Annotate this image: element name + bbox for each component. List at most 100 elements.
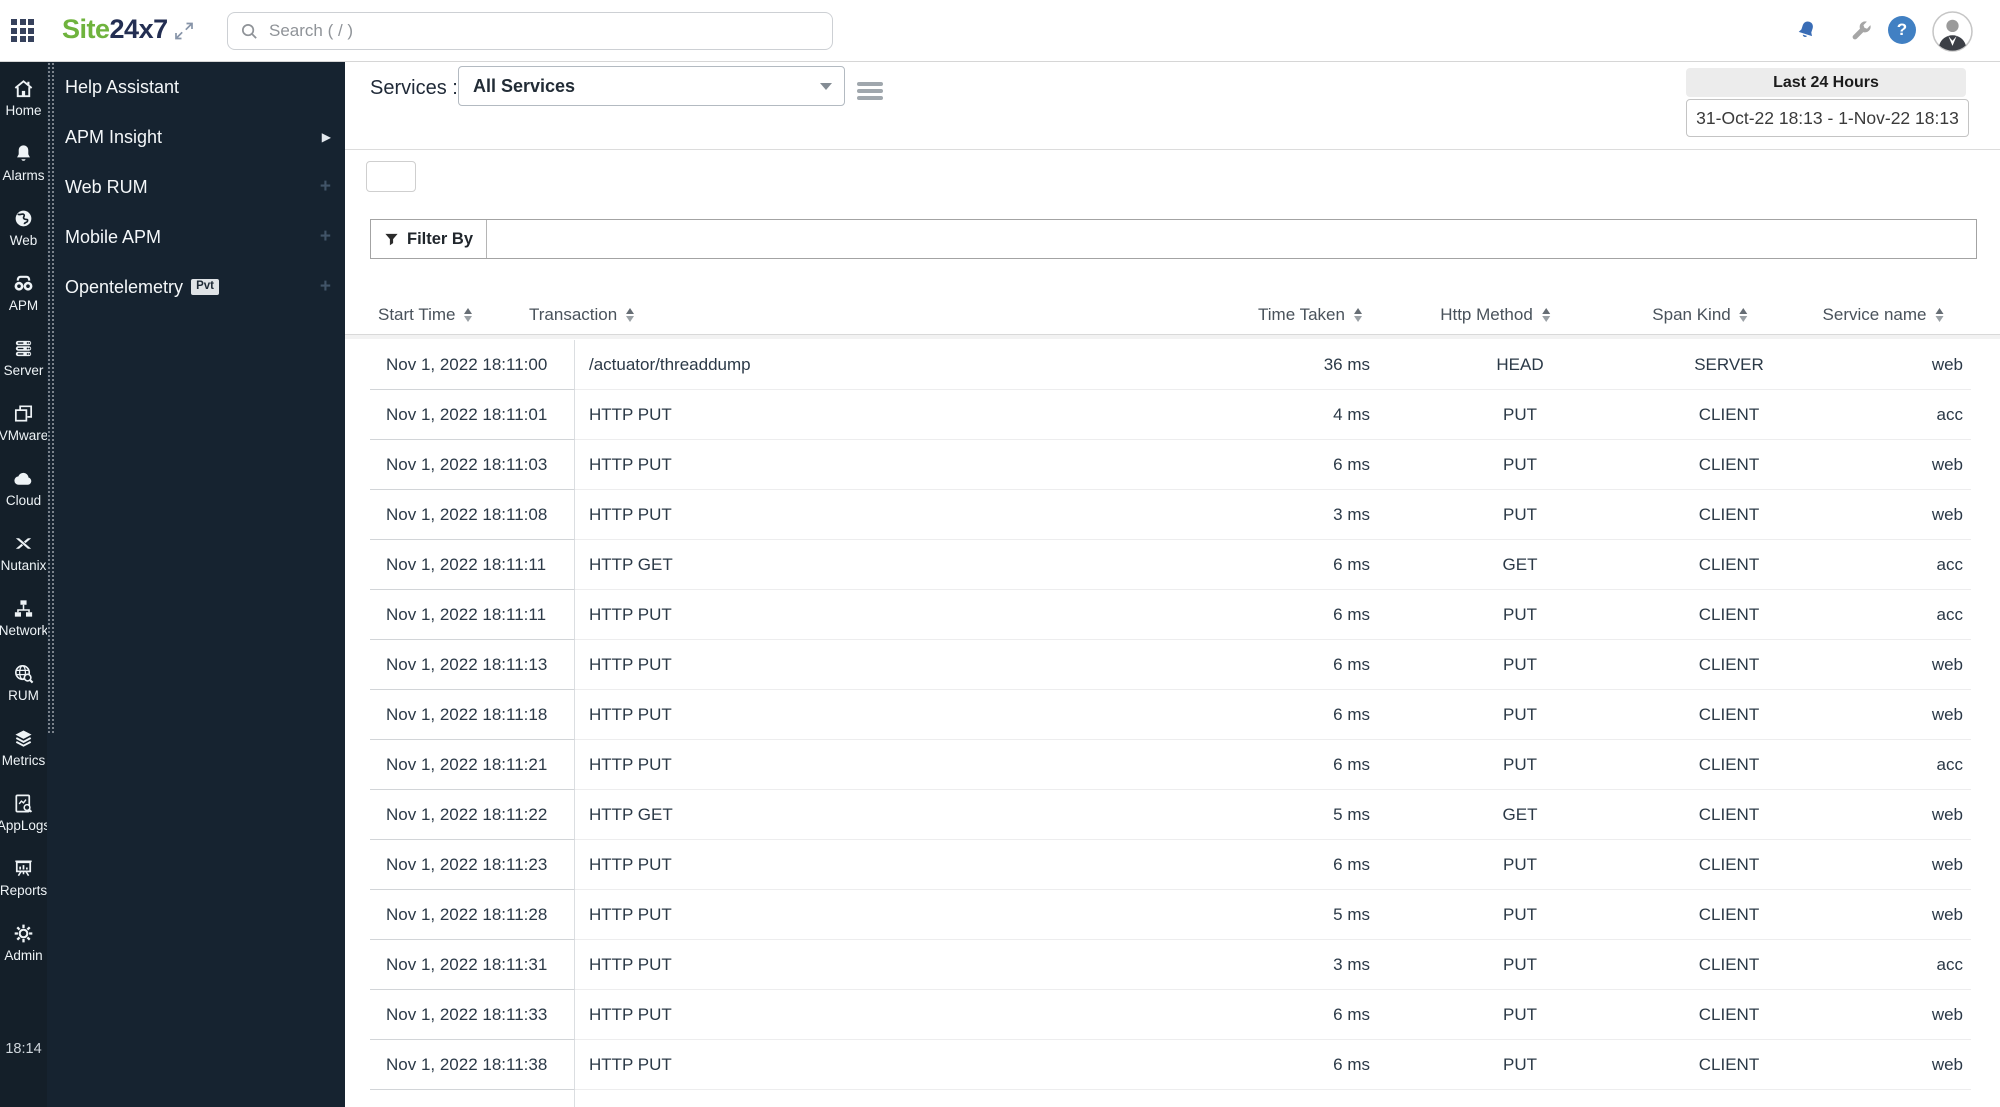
filter-input[interactable] — [487, 220, 1976, 258]
user-avatar[interactable] — [1932, 11, 1973, 52]
global-search-box — [227, 12, 833, 50]
span-kind-cell: CLIENT — [1665, 690, 1793, 740]
table-row[interactable]: Nov 1, 2022 18:11:33 HTTP PUT 6 ms PUT C… — [370, 990, 1971, 1040]
span-toggle-option[interactable] — [391, 174, 413, 180]
sidebar-rail-item[interactable]: Cloud — [0, 461, 47, 526]
search-input[interactable] — [269, 21, 820, 41]
add-monitor-icon[interactable]: + — [320, 276, 331, 298]
network-icon — [12, 597, 35, 620]
sidebar-rail-item[interactable]: VMware — [0, 396, 47, 461]
list-menu-icon[interactable] — [857, 82, 883, 103]
sidebar-rail-item[interactable]: Alarms — [0, 136, 47, 201]
cloud-icon — [12, 467, 35, 490]
table-row[interactable]: Nov 1, 2022 18:11:11 HTTP GET 6 ms GET C… — [370, 540, 1971, 590]
help-icon[interactable]: ? — [1888, 16, 1916, 44]
http-method-cell: PUT — [1375, 940, 1665, 990]
sidebar-rail-item[interactable]: Metrics — [0, 721, 47, 786]
sort-icon — [464, 307, 473, 323]
table-row[interactable]: Nov 1, 2022 18:11:03 HTTP PUT 6 ms PUT C… — [370, 440, 1971, 490]
secondary-sidebar: Help Assistant APM Insight ▶ Web RUM + M… — [55, 62, 345, 1107]
rail-item-label: RUM — [8, 688, 39, 703]
span-kind-cell: SERVER — [1665, 340, 1793, 390]
sidebar-menu-item[interactable]: Web RUM + — [55, 162, 345, 212]
service-name-cell: web — [1793, 790, 1971, 840]
column-header-span-kind[interactable]: Span Kind — [1652, 305, 1748, 325]
sidebar-rail-item[interactable]: Reports — [0, 851, 47, 916]
site24x7-logo: Site24x7 — [62, 14, 168, 45]
add-monitor-icon[interactable]: + — [320, 176, 331, 198]
transaction-cell: HTTP PUT — [575, 890, 1185, 940]
services-label: Services : — [370, 77, 458, 99]
sidebar-rail-item[interactable]: Home — [0, 71, 47, 136]
rum-icon — [12, 662, 35, 685]
sidebar-rail-item[interactable]: Server — [0, 331, 47, 396]
funnel-icon — [384, 232, 399, 247]
expand-icon[interactable] — [172, 19, 196, 43]
main-content: Services : All Services Last 24 Hours 31… — [345, 62, 2000, 1107]
sidebar-rail-item[interactable]: Nutanix — [0, 526, 47, 591]
table-row[interactable]: Nov 1, 2022 18:11:00 /actuator/threaddum… — [370, 340, 1971, 390]
transaction-cell: HTTP PUT — [575, 1040, 1185, 1090]
time-taken-cell: 3 ms — [1185, 490, 1375, 540]
sidebar-rail-item[interactable]: Web — [0, 201, 47, 266]
table-row[interactable]: Nov 1, 2022 18:11:01 HTTP PUT 4 ms PUT C… — [370, 390, 1971, 440]
http-method-cell: PUT — [1375, 840, 1665, 890]
rail-item-label: Nutanix — [0, 558, 47, 573]
menu-item-label: Mobile APM — [65, 226, 162, 247]
table-row[interactable]: Nov 1, 2022 18:11:08 HTTP PUT 3 ms PUT C… — [370, 490, 1971, 540]
transaction-cell: HTTP PUT — [575, 940, 1185, 990]
logo-text-green: Site — [62, 14, 110, 44]
sidebar-rail-item[interactable]: APM — [0, 266, 47, 331]
transaction-cell: /actuator/threaddump — [575, 340, 1185, 390]
column-header-http-method[interactable]: Http Method — [1440, 305, 1550, 325]
start-time-cell: Nov 1, 2022 18:11:28 — [370, 890, 575, 940]
transaction-cell: HTTP PUT — [575, 690, 1185, 740]
column-header-time-taken[interactable]: Time Taken — [1258, 305, 1362, 325]
sidebar-menu-item[interactable]: Mobile APM + — [55, 212, 345, 262]
column-header-transaction[interactable]: Transaction — [529, 305, 635, 325]
filter-by-button[interactable]: Filter By — [371, 220, 488, 258]
time-taken-cell: 6 ms — [1185, 540, 1375, 590]
start-time-cell: Nov 1, 2022 18:11:22 — [370, 790, 575, 840]
column-header-service-name[interactable]: Service name — [1823, 305, 1944, 325]
span-kind-cell: CLIENT — [1665, 440, 1793, 490]
sidebar-rail-item[interactable]: RUM — [0, 656, 47, 721]
apps-grid-icon[interactable] — [11, 19, 34, 42]
sidebar-rail-item[interactable]: AppLogs — [0, 786, 47, 851]
table-row[interactable]: Nov 1, 2022 18:11:13 HTTP PUT 6 ms PUT C… — [370, 640, 1971, 690]
table-row[interactable]: Nov 1, 2022 18:11:21 HTTP PUT 6 ms PUT C… — [370, 740, 1971, 790]
table-row[interactable]: Nov 1, 2022 18:11:41 HTTP GET 6 ms GET C… — [370, 1090, 1971, 1107]
time-range-preset[interactable]: Last 24 Hours — [1686, 68, 1966, 97]
sidebar-scrollbar[interactable] — [47, 62, 55, 1107]
sidebar-menu-item[interactable]: APM Insight ▶ — [55, 112, 345, 162]
table-row[interactable]: Nov 1, 2022 18:11:18 HTTP PUT 6 ms PUT C… — [370, 690, 1971, 740]
add-monitor-icon[interactable]: + — [320, 226, 331, 248]
rail-item-label: Reports — [0, 883, 47, 898]
filter-by-label: Filter By — [407, 229, 474, 248]
server-icon — [12, 337, 35, 360]
transaction-cell: HTTP PUT — [575, 840, 1185, 890]
menu-item-label: Opentelemetry — [65, 276, 184, 297]
site24x7-apm-traces-page: Site24x7 ? Home Alarms Web — [0, 0, 2000, 1107]
sidebar-rail-item[interactable]: Admin — [0, 916, 47, 981]
table-row[interactable]: Nov 1, 2022 18:11:28 HTTP PUT 5 ms PUT C… — [370, 890, 1971, 940]
table-row[interactable]: Nov 1, 2022 18:11:11 HTTP PUT 6 ms PUT C… — [370, 590, 1971, 640]
admin-gear-icon — [12, 922, 35, 945]
sidebar-menu-item[interactable]: Help Assistant — [55, 62, 345, 112]
table-row[interactable]: Nov 1, 2022 18:11:22 HTTP GET 5 ms GET C… — [370, 790, 1971, 840]
transaction-cell: HTTP GET — [575, 1090, 1185, 1107]
span-kind-cell: CLIENT — [1665, 390, 1793, 440]
tools-wrench-icon[interactable] — [1847, 17, 1874, 44]
notification-bell-icon[interactable] — [1793, 17, 1820, 44]
span-toggle-option[interactable] — [369, 174, 391, 180]
table-row[interactable]: Nov 1, 2022 18:11:31 HTTP PUT 3 ms PUT C… — [370, 940, 1971, 990]
sidebar-menu-item[interactable]: Opentelemetry Pvt + — [55, 262, 345, 312]
sidebar-rail-item[interactable]: Network — [0, 591, 47, 656]
table-row[interactable]: Nov 1, 2022 18:11:38 HTTP PUT 6 ms PUT C… — [370, 1040, 1971, 1090]
services-dropdown[interactable]: All Services — [458, 66, 845, 106]
scrollbar-thumb[interactable] — [47, 62, 55, 734]
column-header-start-time[interactable]: Start Time — [378, 305, 473, 325]
table-row[interactable]: Nov 1, 2022 18:11:23 HTTP PUT 6 ms PUT C… — [370, 840, 1971, 890]
http-method-cell: PUT — [1375, 740, 1665, 790]
date-range-picker[interactable]: 31-Oct-22 18:13 - 1-Nov-22 18:13 — [1686, 99, 1969, 137]
